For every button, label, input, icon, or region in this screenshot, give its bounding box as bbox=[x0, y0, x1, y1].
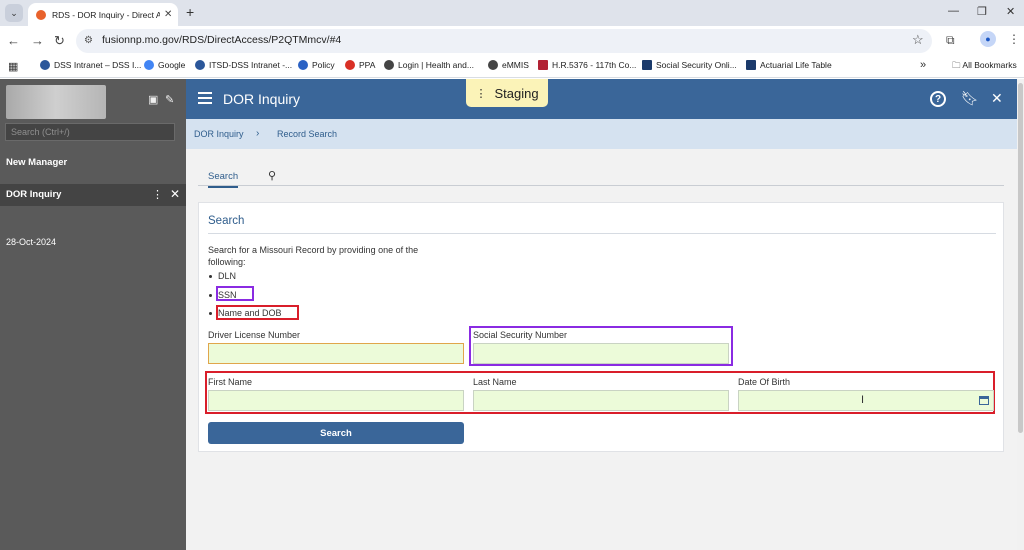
google-icon bbox=[144, 60, 154, 70]
bookmark-item[interactable]: H.R.5376 - 117th Co... bbox=[538, 60, 636, 70]
dob-label: Date Of Birth bbox=[738, 377, 791, 387]
bookmarks-bar: ▦ DSS Intranet – DSS I... Google ITSD-DS… bbox=[0, 56, 1024, 78]
ssn-highlight-box bbox=[216, 286, 254, 301]
browser-tab[interactable]: RDS - DOR Inquiry - Direct Acce ✕ bbox=[28, 3, 178, 26]
bookmark-item[interactable]: PPA bbox=[345, 60, 375, 70]
tab-divider bbox=[198, 185, 1004, 186]
sidebar-item-label: DOR Inquiry bbox=[6, 189, 62, 200]
url-text[interactable]: fusionnp.mo.gov/RDS/DirectAccess/P2QTMmc… bbox=[102, 34, 341, 46]
bookmark-favicon-icon bbox=[195, 60, 205, 70]
close-app-icon[interactable]: ✕ bbox=[991, 90, 1003, 107]
bookmark-icon[interactable]: 🔖︎ bbox=[961, 90, 979, 107]
globe-icon bbox=[384, 60, 394, 70]
restore-icon[interactable]: ❐ bbox=[977, 5, 987, 18]
first-name-input[interactable] bbox=[208, 390, 464, 411]
page-title: DOR Inquiry bbox=[223, 91, 301, 107]
ssn-input[interactable] bbox=[473, 343, 729, 364]
bookmark-item[interactable]: Google bbox=[144, 60, 185, 70]
side-search-input[interactable]: Search (Ctrl+/) bbox=[5, 123, 175, 141]
scrollbar-thumb[interactable] bbox=[1018, 83, 1023, 433]
us-flag-icon bbox=[538, 60, 548, 70]
last-name-input[interactable] bbox=[473, 390, 729, 411]
sidebar-item-dor-inquiry[interactable]: DOR Inquiry ⋮ ✕ bbox=[0, 184, 186, 206]
extensions-icon[interactable]: ⧉ bbox=[946, 33, 955, 48]
text-cursor-icon: I bbox=[861, 394, 865, 406]
pin-icon[interactable]: ✎ bbox=[165, 93, 174, 106]
apps-grid-icon[interactable]: ▦ bbox=[8, 60, 18, 73]
bookmark-favicon-icon bbox=[40, 60, 50, 70]
site-favicon-icon bbox=[36, 9, 46, 20]
new-manager-link[interactable]: New Manager bbox=[6, 157, 67, 168]
bookmark-star-icon[interactable]: ☆ bbox=[912, 32, 924, 48]
hamburger-menu-icon[interactable] bbox=[198, 92, 212, 104]
window-close-icon[interactable]: ✕ bbox=[1006, 5, 1015, 18]
card-title: Search bbox=[208, 215, 245, 227]
tab-close-icon[interactable]: ✕ bbox=[164, 9, 172, 20]
bookmark-favicon-icon bbox=[345, 60, 355, 70]
page-scrollbar[interactable] bbox=[1017, 79, 1024, 550]
ssa-icon bbox=[642, 60, 652, 70]
help-icon[interactable]: ? bbox=[930, 91, 946, 107]
bookmark-item[interactable]: Social Security Onli... bbox=[642, 60, 737, 70]
reload-icon[interactable]: ↻ bbox=[54, 33, 65, 49]
tab-search-menu-icon[interactable]: ⌄ bbox=[5, 4, 23, 22]
minimize-icon[interactable]: — bbox=[948, 5, 959, 17]
title-divider bbox=[208, 233, 996, 234]
side-panel: ▣ ✎ Search (Ctrl+/) New Manager DOR Inqu… bbox=[0, 79, 186, 550]
ssa-icon bbox=[746, 60, 756, 70]
calendar-icon[interactable] bbox=[979, 396, 989, 405]
staging-badge[interactable]: ⋮ Staging bbox=[466, 79, 548, 107]
bookmark-item[interactable]: DSS Intranet – DSS I... bbox=[40, 60, 141, 70]
first-name-label: First Name bbox=[208, 377, 253, 387]
back-icon[interactable]: ← bbox=[7, 33, 20, 48]
browser-tabstrip: ⌄ RDS - DOR Inquiry - Direct Acce ✕ + — … bbox=[0, 0, 1024, 26]
browser-navbar: ← → ↻ ⚙ fusionnp.mo.gov/RDS/DirectAccess… bbox=[0, 26, 1024, 56]
item-close-icon[interactable]: ✕ bbox=[170, 187, 180, 201]
blurred-user-avatar bbox=[6, 85, 106, 119]
browser-menu-icon[interactable]: ⋮ bbox=[1008, 32, 1020, 46]
session-date: 28-Oct-2024 bbox=[6, 237, 57, 247]
option-dln: DLN bbox=[209, 271, 236, 281]
new-tab-icon[interactable]: + bbox=[186, 4, 194, 20]
bookmark-item[interactable]: Actuarial Life Table bbox=[746, 60, 832, 70]
search-button[interactable]: Search bbox=[208, 422, 464, 444]
ssn-label: Social Security Number bbox=[473, 330, 568, 340]
bookmark-item[interactable]: Policy bbox=[298, 60, 335, 70]
search-card: Search Search for a Missouri Record by p… bbox=[198, 202, 1004, 452]
more-bookmarks-icon[interactable]: » bbox=[920, 59, 926, 71]
globe-icon bbox=[488, 60, 498, 70]
bookmark-item[interactable]: Login | Health and... bbox=[384, 60, 474, 70]
all-bookmarks-folder[interactable]: 🗀 All Bookmarks bbox=[952, 60, 1017, 74]
message-icon[interactable]: ▣ bbox=[148, 93, 158, 106]
bookmark-item[interactable]: eMMIS bbox=[488, 60, 529, 70]
search-icon[interactable]: ⚲ bbox=[268, 169, 276, 182]
dln-label: Driver License Number bbox=[208, 330, 301, 340]
site-settings-icon[interactable]: ⚙ bbox=[84, 35, 93, 46]
breadcrumb-dor-inquiry[interactable]: DOR Inquiry bbox=[194, 129, 244, 139]
browser-tab-title: RDS - DOR Inquiry - Direct Acce bbox=[52, 9, 160, 20]
dln-input[interactable] bbox=[208, 343, 464, 364]
bookmark-favicon-icon bbox=[298, 60, 308, 70]
breadcrumb-separator-icon: › bbox=[256, 128, 260, 139]
staging-menu-icon: ⋮ bbox=[475, 87, 487, 100]
last-name-label: Last Name bbox=[473, 377, 517, 387]
name-dob-highlight-box bbox=[216, 305, 299, 320]
main-content: Search ⚲ Search Search for a Missouri Re… bbox=[186, 149, 1017, 550]
app-header: DOR Inquiry ⋮ Staging ? 🔖︎ ✕ bbox=[186, 79, 1017, 119]
profile-avatar-icon[interactable]: ● bbox=[980, 31, 996, 47]
item-menu-icon[interactable]: ⋮ bbox=[152, 188, 163, 201]
search-description: Search for a Missouri Record by providin… bbox=[208, 245, 419, 267]
dob-input[interactable]: I bbox=[738, 390, 994, 411]
forward-icon[interactable]: → bbox=[31, 33, 44, 48]
breadcrumb-record-search[interactable]: Record Search bbox=[277, 129, 337, 139]
breadcrumb: DOR Inquiry › Record Search bbox=[186, 119, 1017, 149]
bookmark-item[interactable]: ITSD-DSS Intranet -... bbox=[195, 60, 292, 70]
